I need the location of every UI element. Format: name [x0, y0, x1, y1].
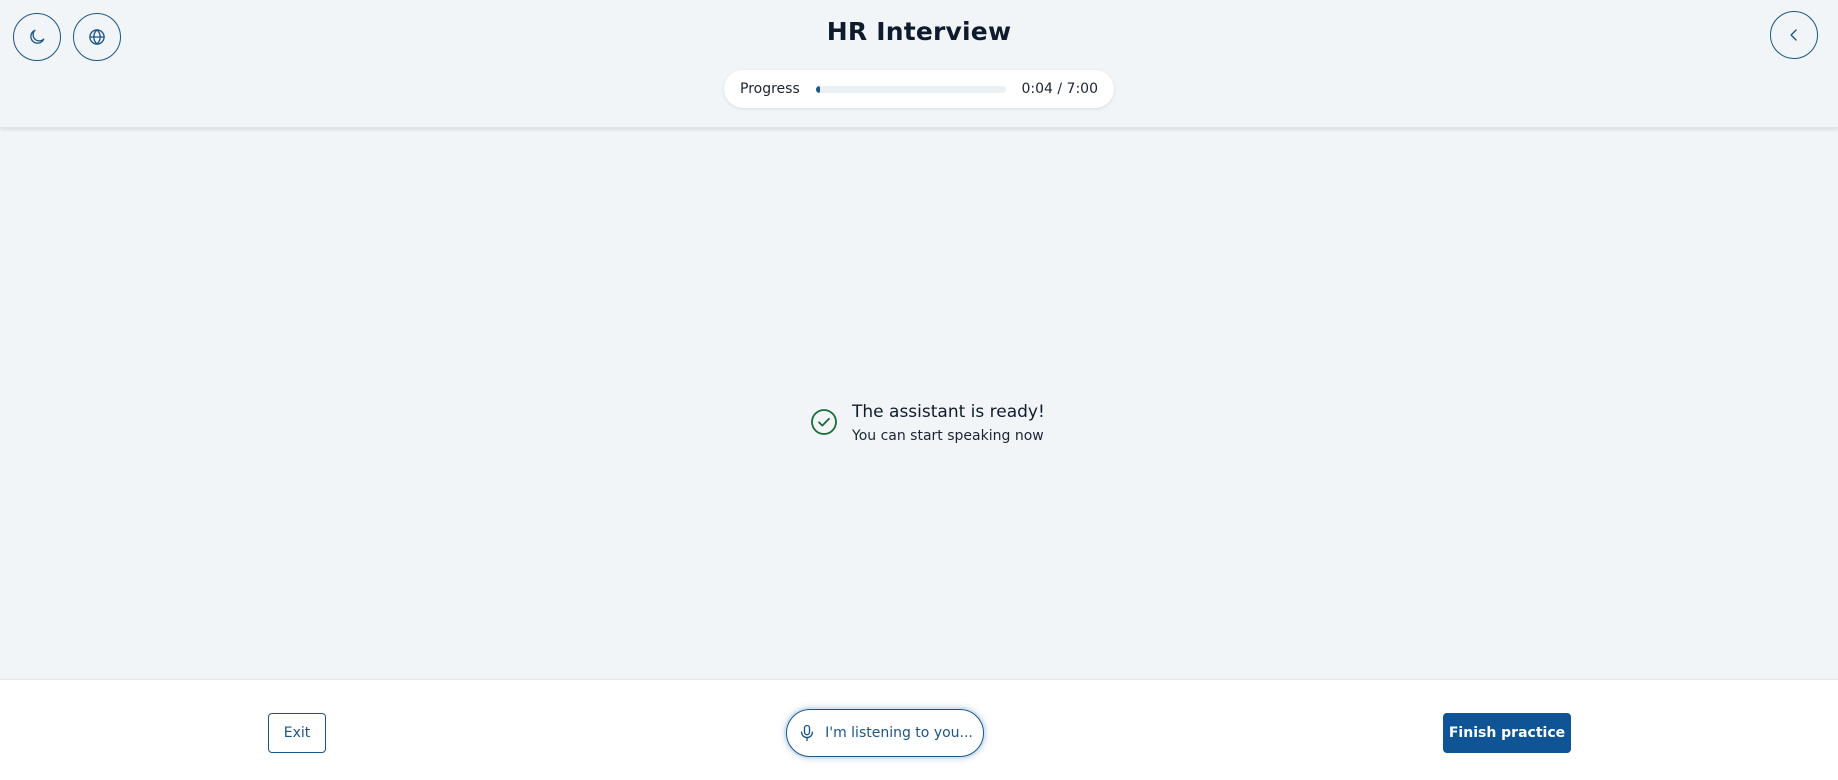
- finish-practice-button[interactable]: Finish practice: [1443, 713, 1571, 753]
- progress-indicator: Progress 0:04 / 7:00: [724, 70, 1114, 108]
- page-title: HR Interview: [826, 17, 1012, 46]
- progress-label: Progress: [740, 81, 800, 97]
- listening-label: I'm listening to you...: [825, 725, 973, 741]
- progress-time: 0:04 / 7:00: [1021, 81, 1099, 97]
- check-circle-icon: [810, 408, 838, 436]
- status-title: The assistant is ready!: [852, 402, 1045, 422]
- assistant-status: The assistant is ready! You can start sp…: [810, 400, 1045, 447]
- main-content: The assistant is ready! You can start sp…: [0, 128, 1838, 679]
- status-subtitle: You can start speaking now: [852, 428, 1044, 444]
- listening-button[interactable]: I'm listening to you...: [786, 709, 984, 757]
- status-text: The assistant is ready! You can start sp…: [852, 400, 1045, 447]
- interview-app: HR Interview Progress 0:04 / 7:00 The as…: [0, 0, 1838, 780]
- progress-bar-fill: [816, 85, 821, 93]
- back-button[interactable]: [1770, 11, 1818, 59]
- microphone-icon: [797, 723, 825, 743]
- progress-bar: [816, 85, 1006, 93]
- chevron-left-icon: [1784, 25, 1804, 45]
- footer: Exit I'm listening to you... Finish prac…: [0, 679, 1838, 780]
- header: HR Interview Progress 0:04 / 7:00: [0, 0, 1838, 128]
- exit-button[interactable]: Exit: [268, 713, 326, 753]
